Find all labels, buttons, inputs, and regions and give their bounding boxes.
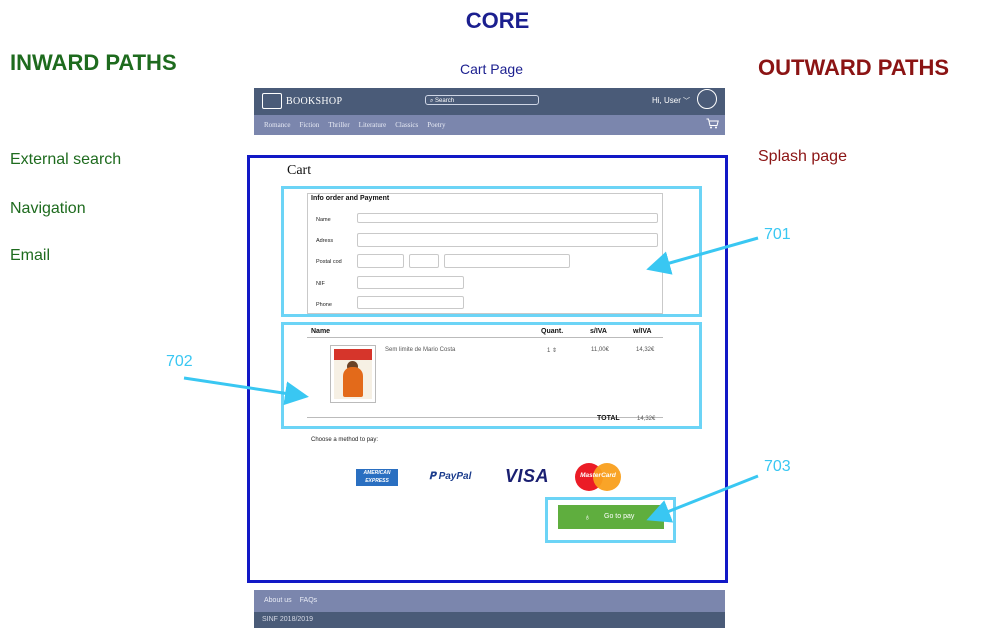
arrow-702 xyxy=(183,376,309,406)
callout-arrows xyxy=(183,236,759,523)
arrow-703 xyxy=(646,474,759,523)
arrow-701 xyxy=(646,236,759,275)
